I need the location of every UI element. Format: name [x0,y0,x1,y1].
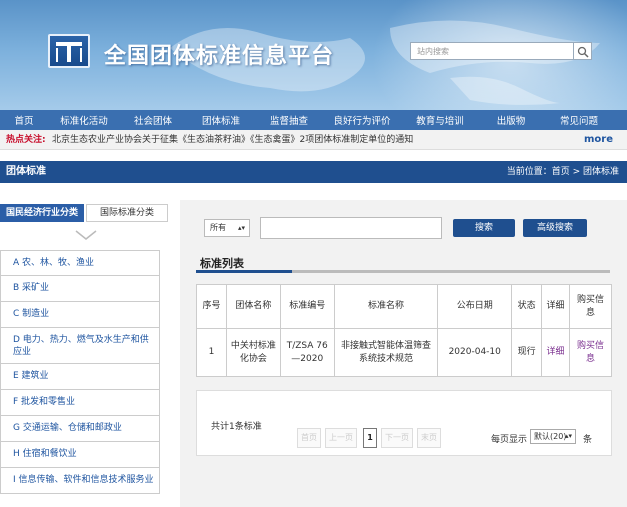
col-header: 购买信息 [569,284,612,329]
category-item[interactable]: C 制造业 [0,302,160,328]
nav-item-activities[interactable]: 标准化活动 [48,113,120,127]
cell-name: 非接触式智能体温筛查系统技术规范 [333,328,439,377]
more-link[interactable]: more [584,130,613,150]
last-page-button[interactable]: 末页 [417,428,441,448]
nav-item-organizations[interactable]: 社会团体 [120,113,186,127]
category-item[interactable]: A 农、林、牧、渔业 [0,250,160,276]
header-banner: 全国团体标准信息平台 站内搜索 [0,0,627,110]
category-list: A 农、林、牧、渔业 B 采矿业 C 制造业 D 电力、热力、燃气及水生产和供应… [0,250,160,494]
site-title[interactable]: 全国团体标准信息平台 [104,38,334,70]
scope-select[interactable]: 所有 ▴▾ [204,219,250,237]
search-submit-button[interactable]: 搜索 [453,219,515,237]
category-item[interactable]: H 住宿和餐饮业 [0,442,160,468]
cell-date: 2020-04-10 [437,328,513,377]
chevron-updown-icon: ▴▾ [564,432,572,440]
tab-international-classification[interactable]: 国际标准分类 [86,204,168,222]
category-item[interactable]: F 批发和零售业 [0,390,160,416]
hot-topics-bar: 热点关注: 北京生态农业产业协会关于征集《生态油茶籽油》《生态禽蛋》2项团体标准… [0,130,627,150]
col-header: 序号 [196,284,227,329]
table-header-row: 序号 团体名称 标准编号 标准名称 公布日期 状态 详细 购买信息 [196,284,612,329]
category-item[interactable]: I 信息传输、软件和信息技术服务业 [0,468,160,494]
category-item[interactable]: E 建筑业 [0,364,160,390]
col-header: 详细 [541,284,571,329]
detail-link[interactable]: 详细 [541,328,571,377]
standards-search-input[interactable] [260,217,442,239]
chevron-down-icon [75,230,97,240]
col-header: 团体名称 [225,284,281,329]
site-search-input[interactable]: 站内搜索 [410,42,574,60]
nav-item-training[interactable]: 教育与培训 [402,113,478,127]
nav-item-faq[interactable]: 常见问题 [544,113,614,127]
table-row: 1 中关村标准化协会 T/ZSA 76—2020 非接触式智能体温筛查系统技术规… [196,328,612,377]
pagination: 共计1条标准 首页 上一页 1 下一页 末页 每页显示 默认(20) ▴▾ 条 [196,390,612,456]
list-title: 标准列表 [200,257,244,270]
hot-topics-news-link[interactable]: 北京生态农业产业协会关于征集《生态油茶籽油》《生态禽蛋》2项团体标准制定单位的通… [52,130,413,150]
category-item[interactable]: G 交通运输、仓储和邮政业 [0,416,160,442]
prev-page-button[interactable]: 上一页 [325,428,357,448]
per-page-select[interactable]: 默认(20) ▴▾ [530,429,576,444]
per-page-value: 默认(20) [534,432,567,441]
col-header: 状态 [511,284,543,329]
nav-item-evaluation[interactable]: 良好行为评价 [322,113,402,127]
nav-item-inspection[interactable]: 监督抽查 [256,113,322,127]
tab-industry-classification[interactable]: 国民经济行业分类 [0,204,84,222]
list-divider [196,270,610,273]
cell-org: 中关村标准化协会 [225,328,281,377]
col-header: 标准名称 [333,284,439,329]
total-count: 共计1条标准 [211,422,262,432]
site-logo[interactable] [48,34,90,68]
hot-topics-label: 热点关注: [6,135,46,145]
section-header: 团体标准 当前位置：首页 > 团体标准 [0,161,627,183]
cell-code: T/ZSA 76—2020 [279,328,335,377]
breadcrumb[interactable]: 当前位置：首页 > 团体标准 [507,161,619,183]
search-button[interactable] [574,42,592,60]
scope-select-value: 所有 [210,223,226,232]
cell-index: 1 [196,328,227,377]
purchase-info-link[interactable]: 购买信息 [569,328,612,377]
nav-item-home[interactable]: 首页 [0,113,48,127]
main-nav: 首页 标准化活动 社会团体 团体标准 监督抽查 良好行为评价 教育与培训 出版物… [0,110,627,130]
section-title: 团体标准 [6,166,46,177]
nav-item-publications[interactable]: 出版物 [478,113,544,127]
per-page-label: 每页显示 [491,435,528,445]
col-header: 标准编号 [279,284,335,329]
chevron-updown-icon: ▴▾ [237,224,245,232]
first-page-button[interactable]: 首页 [297,428,321,448]
per-page-unit: 条 [583,435,593,445]
category-item[interactable]: D 电力、热力、燃气及水生产和供应业 [0,328,160,364]
next-page-button[interactable]: 下一页 [381,428,413,448]
standards-table: 序号 团体名称 标准编号 标准名称 公布日期 状态 详细 购买信息 1 中关村标… [196,284,612,377]
page-number-current[interactable]: 1 [363,428,377,448]
category-item[interactable]: B 采矿业 [0,276,160,302]
col-header: 公布日期 [437,284,513,329]
search-icon [577,46,589,58]
cell-status: 现行 [511,328,543,377]
nav-item-standards[interactable]: 团体标准 [186,113,256,127]
advanced-search-button[interactable]: 高级搜索 [523,219,587,237]
